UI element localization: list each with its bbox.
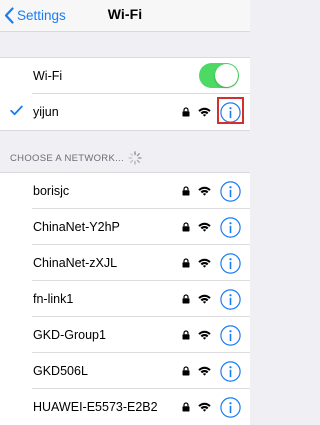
wifi-toggle-label: Wi-Fi	[33, 69, 63, 83]
wifi-signal-icon	[198, 402, 211, 412]
network-name: ChinaNet-Y2hP	[33, 220, 120, 234]
network-row[interactable]: GKD-Group1	[0, 317, 250, 353]
network-row[interactable]: GKD506L	[0, 353, 250, 389]
info-icon[interactable]	[220, 360, 241, 382]
network-name: fn-link1	[33, 292, 74, 306]
info-icon[interactable]	[220, 396, 241, 418]
wifi-signal-icon	[198, 366, 211, 376]
lock-icon	[182, 366, 190, 376]
lock-icon	[182, 258, 190, 268]
info-icon[interactable]	[220, 288, 241, 310]
wifi-toggle-row: Wi-Fi	[0, 58, 250, 94]
section-header: CHOOSE A NETWORK...	[10, 151, 142, 165]
lock-icon	[182, 330, 190, 340]
wifi-signal-icon	[198, 107, 211, 117]
network-row[interactable]: fn-link1	[0, 281, 250, 317]
info-icon[interactable]	[220, 252, 241, 274]
network-row[interactable]: borisjc	[0, 173, 250, 209]
navigation-bar: Settings Wi-Fi	[0, 0, 250, 32]
lock-icon	[182, 107, 190, 117]
lock-icon	[182, 294, 190, 304]
wifi-signal-icon	[198, 330, 211, 340]
lock-icon	[182, 402, 190, 412]
highlight-box	[217, 97, 244, 124]
lock-icon	[182, 186, 190, 196]
network-name: ChinaNet-zXJL	[33, 256, 118, 270]
wifi-signal-icon	[198, 222, 211, 232]
wifi-signal-icon	[198, 186, 211, 196]
loading-spinner-icon	[128, 151, 142, 165]
toggle-knob	[215, 64, 238, 87]
wifi-status-group: Wi-Fi yijun	[0, 57, 250, 131]
connected-network-row[interactable]: yijun	[0, 94, 250, 130]
connected-network-name: yijun	[33, 105, 59, 119]
info-icon[interactable]	[220, 216, 241, 238]
checkmark-icon	[10, 105, 23, 116]
info-icon[interactable]	[220, 180, 241, 202]
network-row[interactable]: ChinaNet-Y2hP	[0, 209, 250, 245]
network-name: GKD506L	[33, 364, 88, 378]
network-row[interactable]: HUAWEI-E5573-E2B2	[0, 389, 250, 425]
wifi-signal-icon	[198, 294, 211, 304]
section-header-label: CHOOSE A NETWORK...	[10, 152, 124, 164]
network-row[interactable]: ChinaNet-zXJL	[0, 245, 250, 281]
network-name: borisjc	[33, 184, 70, 198]
page-title: Wi-Fi	[107, 6, 143, 22]
network-name: HUAWEI-E5573-E2B2	[33, 400, 158, 414]
wifi-toggle-switch[interactable]	[199, 63, 239, 88]
network-name: GKD-Group1	[33, 328, 106, 342]
lock-icon	[182, 222, 190, 232]
network-list: borisjc ChinaNet-Y2hP ChinaNet-zXJL fn-link…	[0, 172, 250, 425]
wifi-signal-icon	[198, 258, 211, 268]
info-icon[interactable]	[220, 324, 241, 346]
